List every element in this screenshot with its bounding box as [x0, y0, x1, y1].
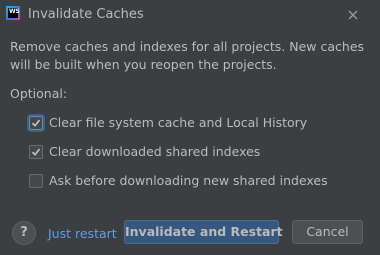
optional-label: Optional: [10, 86, 68, 101]
app-icon-text: WS [8, 8, 20, 18]
clear-fs-cache-label: Clear file system cache and Local Histor… [49, 115, 308, 130]
clear-shared-indexes-checkbox[interactable] [29, 145, 43, 159]
webstorm-app-icon: WS [6, 6, 20, 20]
ask-before-download-checkbox[interactable] [29, 174, 43, 188]
dialog-title: Invalidate Caches [28, 7, 144, 22]
clear-shared-indexes-label: Clear downloaded shared indexes [49, 144, 261, 159]
checkmark-icon [31, 119, 41, 127]
invalidate-caches-dialog: WS Invalidate Caches Remove caches and i… [0, 0, 380, 255]
description-text: Remove caches and indexes for all projec… [10, 39, 365, 72]
ask-before-download-label: Ask before downloading new shared indexe… [49, 173, 328, 188]
close-icon[interactable] [346, 8, 360, 22]
help-icon[interactable]: ? [12, 221, 36, 245]
just-restart-link[interactable]: Just restart [48, 226, 117, 241]
title-bar: WS Invalidate Caches [0, 0, 380, 30]
clear-fs-cache-checkbox[interactable] [29, 116, 43, 130]
checkmark-icon [31, 148, 41, 156]
cancel-button[interactable]: Cancel [292, 220, 363, 244]
invalidate-and-restart-button[interactable]: Invalidate and Restart [124, 220, 283, 244]
